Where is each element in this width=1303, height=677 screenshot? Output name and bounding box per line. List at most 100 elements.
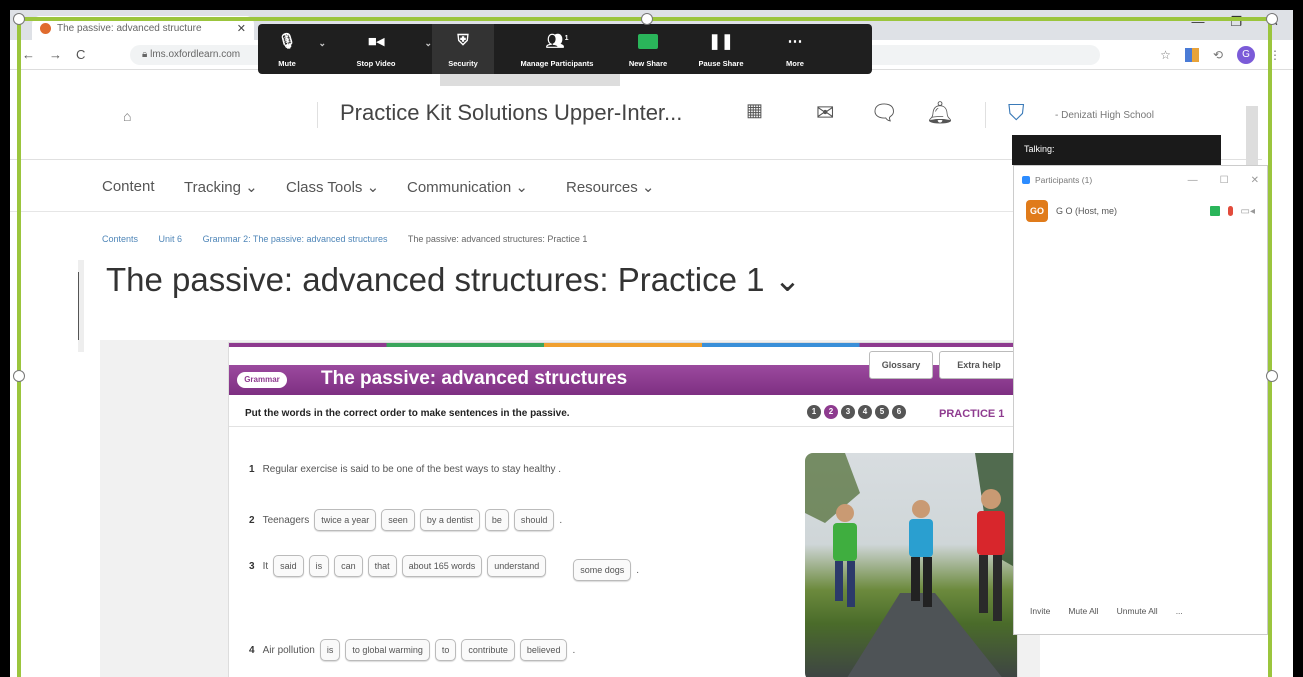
forward-button[interactable]: → bbox=[49, 47, 62, 62]
video-camera-icon[interactable]: ▭◂ bbox=[1241, 206, 1255, 217]
reload-button[interactable]: C bbox=[76, 47, 85, 62]
nav-item-class-tools[interactable]: Class Tools ⌄ bbox=[286, 178, 379, 196]
question-4: 4 Air pollution is to global warming to … bbox=[249, 639, 754, 661]
question-text: It bbox=[262, 560, 269, 572]
profile-avatar[interactable]: G bbox=[1237, 46, 1255, 64]
word-chip[interactable]: is bbox=[319, 639, 341, 661]
unmute-all-button[interactable]: Unmute All bbox=[1117, 606, 1158, 616]
minimize-panel-button[interactable]: — bbox=[1188, 175, 1198, 186]
breadcrumb-contents[interactable]: Contents bbox=[102, 234, 138, 244]
new-share-button[interactable]: New Share bbox=[616, 24, 680, 74]
instructions-bar: Put the words in the correct order to ma… bbox=[229, 399, 1017, 427]
home-icon[interactable]: ⌂ bbox=[123, 108, 131, 124]
word-chip[interactable]: twice a year bbox=[314, 509, 377, 531]
resize-handle[interactable] bbox=[1266, 13, 1278, 25]
sentence-end: . bbox=[572, 644, 576, 656]
chevron-down-icon[interactable]: ⌄ bbox=[424, 38, 432, 49]
word-chip[interactable]: understand bbox=[487, 555, 547, 577]
word-chip[interactable]: should bbox=[513, 509, 555, 531]
stop-video-button[interactable]: ■◂ Stop Video ⌄ bbox=[330, 24, 432, 74]
microphone-icon[interactable] bbox=[1227, 206, 1233, 216]
talking-indicator: Talking: bbox=[1012, 135, 1221, 165]
word-chip[interactable]: be bbox=[484, 509, 509, 531]
bookmark-star-icon[interactable]: ☆ bbox=[1160, 48, 1171, 62]
resize-handle[interactable] bbox=[13, 370, 25, 382]
sync-icon[interactable]: ⟲ bbox=[1213, 48, 1223, 62]
page-title[interactable]: The passive: advanced structures: Practi… bbox=[106, 260, 801, 299]
nav-item-content[interactable]: Content bbox=[102, 178, 155, 195]
runners-illustration bbox=[805, 453, 1017, 677]
chat-icon[interactable]: 🗨︎ bbox=[870, 100, 898, 126]
word-chip[interactable]: to bbox=[434, 639, 457, 661]
invite-button[interactable]: Invite bbox=[1030, 606, 1050, 616]
mail-icon[interactable]: ✉ bbox=[816, 100, 834, 126]
close-panel-button[interactable]: ✕ bbox=[1251, 175, 1259, 186]
word-chip[interactable]: to global warming bbox=[345, 639, 430, 661]
mute-button[interactable]: 🎙︎ Mute ⌄ bbox=[258, 24, 326, 74]
step-dot[interactable]: 1 bbox=[807, 405, 821, 419]
question-number: 4 bbox=[249, 644, 255, 656]
more-button[interactable]: ⋯ More bbox=[770, 24, 820, 74]
school-crest-icon: ⛉ bbox=[1008, 100, 1025, 125]
nav-item-resources[interactable]: Resources ⌄ bbox=[566, 178, 654, 196]
resize-handle[interactable] bbox=[641, 13, 653, 25]
step-dot-active[interactable]: 2 bbox=[824, 405, 838, 419]
question-text: Air pollution bbox=[262, 644, 315, 656]
back-button[interactable]: ← bbox=[22, 47, 35, 62]
exercise-card: Glossary Extra help Grammar The passive:… bbox=[228, 342, 1018, 677]
question-1: 1 Regular exercise is said to be one of … bbox=[249, 464, 754, 475]
breadcrumb-current: The passive: advanced structures: Practi… bbox=[407, 234, 588, 244]
url-text: lms.oxfordlearn.com bbox=[150, 49, 241, 60]
glossary-button[interactable]: Glossary bbox=[869, 351, 933, 379]
popout-panel-button[interactable]: ☐ bbox=[1220, 175, 1229, 186]
extra-help-button[interactable]: Extra help bbox=[939, 351, 1017, 379]
course-title[interactable]: Practice Kit Solutions Upper-Inter... bbox=[340, 100, 682, 126]
nav-item-communication[interactable]: Communication ⌄ bbox=[407, 178, 528, 196]
exercise-title: The passive: advanced structures bbox=[321, 368, 628, 389]
word-chip[interactable]: believed bbox=[519, 639, 568, 661]
breadcrumb-unit[interactable]: Unit 6 bbox=[159, 234, 183, 244]
word-chip[interactable]: contribute bbox=[461, 639, 515, 661]
participants-titlebar: Participants (1) — ☐ ✕ bbox=[1014, 166, 1267, 194]
extension-icon[interactable] bbox=[1184, 48, 1199, 62]
step-dot[interactable]: 5 bbox=[875, 405, 889, 419]
more-options-button[interactable]: ... bbox=[1176, 606, 1183, 616]
word-chip[interactable]: is bbox=[308, 555, 330, 577]
step-dot[interactable]: 3 bbox=[841, 405, 855, 419]
pause-share-button[interactable]: ❚❚ Pause Share bbox=[688, 24, 754, 74]
browser-tab[interactable]: The passive: advanced structure ✕ bbox=[32, 16, 254, 40]
participants-footer: Invite Mute All Unmute All ... bbox=[1014, 606, 1267, 616]
resize-handle[interactable] bbox=[13, 13, 25, 25]
maximize-button[interactable]: ❐ bbox=[1230, 14, 1242, 30]
word-chip[interactable]: said bbox=[273, 555, 304, 577]
word-chip[interactable]: some dogs bbox=[573, 559, 632, 581]
menu-kebab-icon[interactable]: ⋮ bbox=[1269, 48, 1281, 62]
word-chip[interactable]: about 165 words bbox=[401, 555, 483, 577]
zoom-toolbar: 🎙︎ Mute ⌄ ■◂ Stop Video ⌄ ⛨ Security 👥︎1… bbox=[258, 24, 872, 74]
step-dot[interactable]: 4 bbox=[858, 405, 872, 419]
grammar-badge: Grammar bbox=[237, 372, 287, 388]
apps-grid-icon[interactable]: ▦ bbox=[746, 100, 763, 121]
chevron-down-icon[interactable]: ⌄ bbox=[318, 38, 326, 49]
minimize-button[interactable]: — bbox=[1191, 14, 1204, 30]
word-chip[interactable]: seen bbox=[381, 509, 415, 531]
participant-row[interactable]: GO G O (Host, me) ▭◂ bbox=[1014, 194, 1267, 228]
word-chip[interactable]: that bbox=[367, 555, 397, 577]
notification-bell-icon[interactable]: 🔔︎ bbox=[926, 100, 954, 126]
step-dot[interactable]: 6 bbox=[892, 405, 906, 419]
page-scrollbar[interactable] bbox=[1246, 106, 1258, 166]
nav-item-tracking[interactable]: Tracking ⌄ bbox=[184, 178, 258, 196]
mute-all-button[interactable]: Mute All bbox=[1068, 606, 1098, 616]
word-chip[interactable]: by a dentist bbox=[419, 509, 480, 531]
color-stripe bbox=[229, 343, 1017, 347]
side-rail-handle[interactable] bbox=[78, 272, 79, 340]
resize-handle[interactable] bbox=[1266, 370, 1278, 382]
manage-participants-button[interactable]: 👥︎1 Manage Participants bbox=[502, 24, 612, 74]
school-name[interactable]: - Denizati High School bbox=[1055, 110, 1154, 121]
microphone-icon: 🎙︎ bbox=[277, 33, 297, 50]
word-chip[interactable]: can bbox=[334, 555, 363, 577]
tab-close-icon[interactable]: ✕ bbox=[237, 22, 246, 35]
practice-label: PRACTICE 1 bbox=[939, 408, 1005, 420]
security-button[interactable]: ⛨ Security bbox=[432, 24, 494, 74]
breadcrumb-grammar[interactable]: Grammar 2: The passive: advanced structu… bbox=[203, 234, 388, 244]
